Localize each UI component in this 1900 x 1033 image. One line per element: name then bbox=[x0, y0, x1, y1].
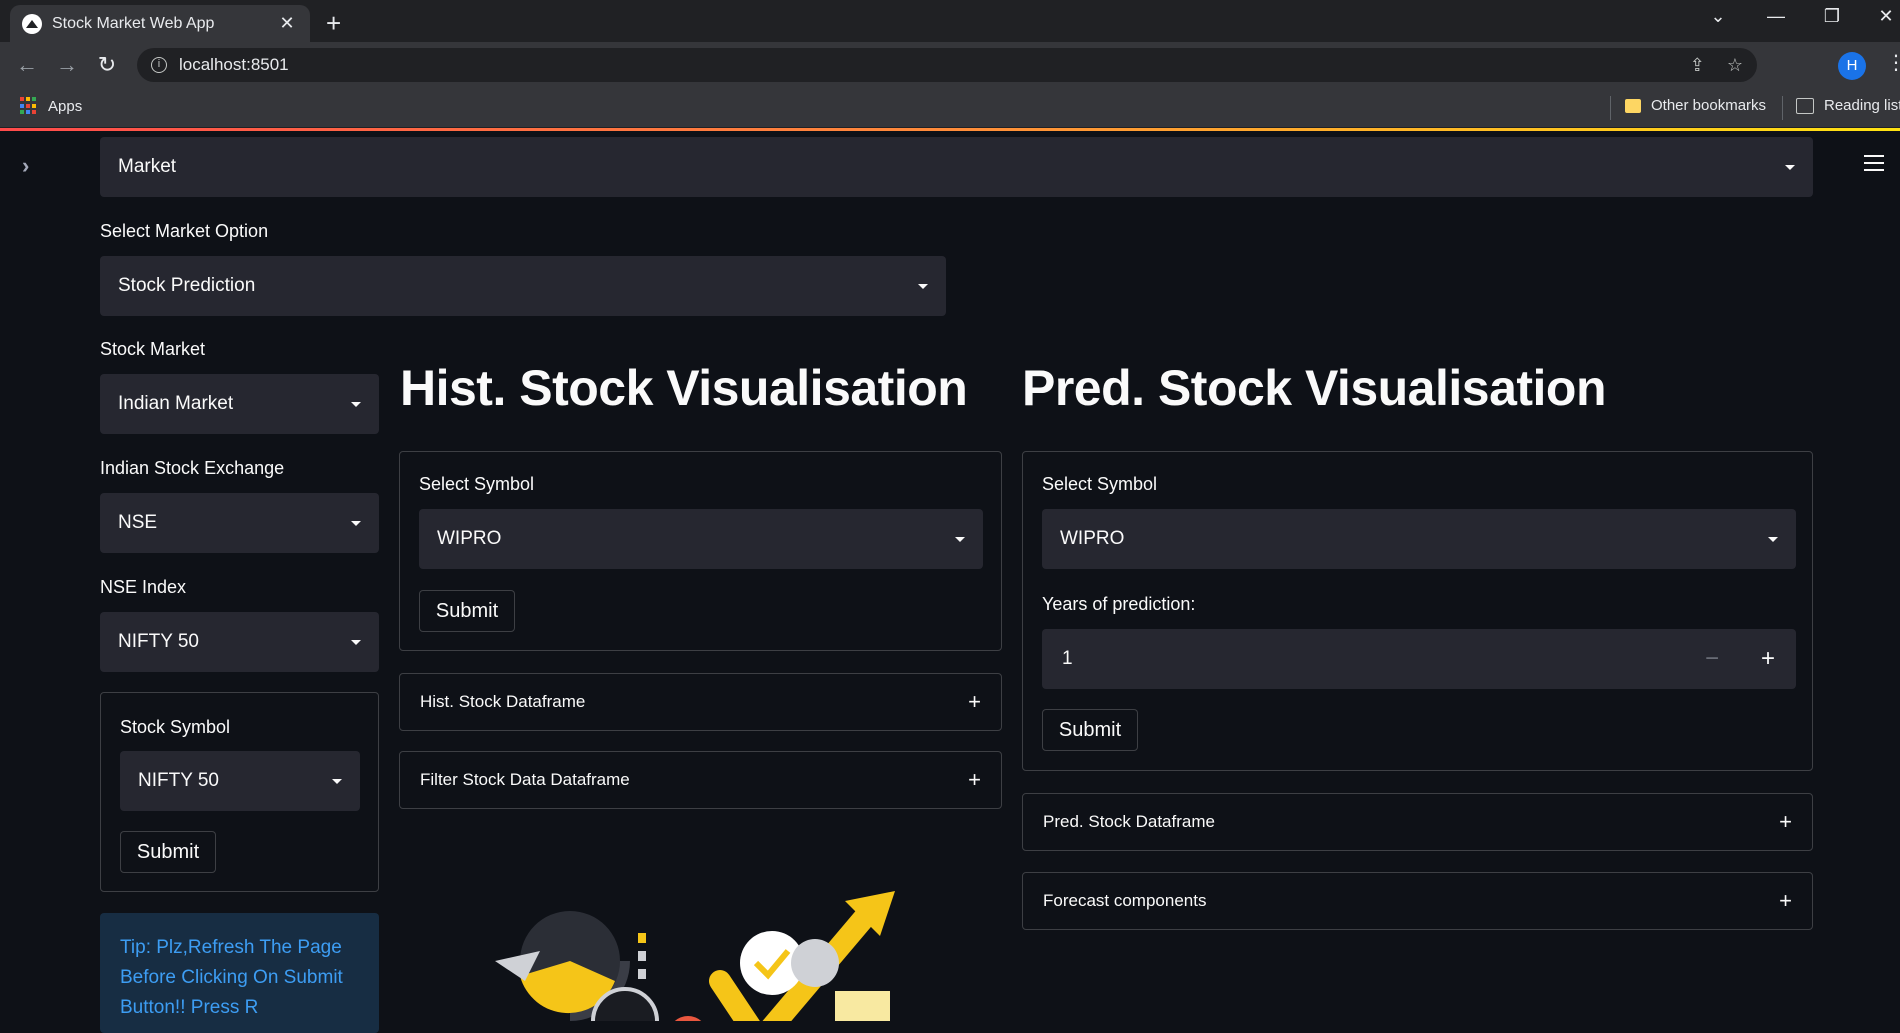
nse-index-select[interactable]: NIFTY 50 bbox=[100, 612, 379, 672]
hist-symbol-value: WIPRO bbox=[437, 528, 502, 549]
pred-symbol-label: Select Symbol bbox=[1042, 474, 1158, 494]
bookmark-apps-label: Apps bbox=[48, 97, 83, 115]
chevron-down-icon bbox=[918, 283, 928, 289]
browser-tab-strip: Stock Market Web App ✕ + ⌄ — ❐ ✕ bbox=[0, 0, 1900, 42]
person-head bbox=[674, 1016, 702, 1021]
pred-symbol-value: WIPRO bbox=[1060, 528, 1125, 549]
document-icon bbox=[835, 991, 890, 1021]
chevron-down-icon bbox=[332, 778, 342, 784]
tab-title: Stock Market Web App bbox=[52, 14, 215, 32]
bar-dot bbox=[638, 951, 646, 961]
chevron-down-icon bbox=[351, 639, 361, 645]
plus-icon: + bbox=[968, 689, 981, 714]
new-tab-icon[interactable]: + bbox=[326, 8, 341, 39]
bookmarks-divider bbox=[1610, 96, 1611, 120]
plus-icon: + bbox=[1779, 888, 1792, 913]
hist-dataframe-expander[interactable]: Hist. Stock Dataframe + bbox=[399, 673, 1002, 731]
market-select[interactable]: Market bbox=[100, 137, 1813, 197]
folder-icon bbox=[1625, 98, 1641, 113]
plus-icon: + bbox=[1779, 809, 1792, 834]
close-window-icon[interactable]: ✕ bbox=[1866, 6, 1900, 27]
hamburger-menu-icon[interactable] bbox=[1864, 155, 1884, 176]
stock-illustration bbox=[495, 891, 895, 1021]
market-option-value: Stock Prediction bbox=[118, 275, 256, 296]
exchange-value: NSE bbox=[118, 512, 158, 533]
hist-title: Hist. Stock Visualisation bbox=[400, 360, 968, 416]
nse-index-value: NIFTY 50 bbox=[118, 631, 199, 652]
chevron-right-icon[interactable]: › bbox=[22, 153, 29, 179]
back-icon[interactable]: ← bbox=[12, 52, 42, 78]
forward-icon[interactable]: → bbox=[52, 52, 82, 78]
bookmark-apps[interactable]: Apps bbox=[20, 97, 82, 115]
plus-icon: + bbox=[968, 767, 981, 792]
minimize-icon[interactable]: — bbox=[1756, 6, 1796, 27]
reload-icon[interactable]: ↻ bbox=[92, 52, 122, 78]
bookmarks-bar: Apps bbox=[0, 88, 1900, 128]
bookmark-star-icon[interactable]: ☆ bbox=[1727, 55, 1743, 76]
share-icon[interactable]: ⇪ bbox=[1690, 55, 1705, 76]
filter-dataframe-expander[interactable]: Filter Stock Data Dataframe + bbox=[399, 751, 1002, 809]
expander-title: Hist. Stock Dataframe bbox=[420, 692, 586, 711]
profile-avatar[interactable]: H bbox=[1838, 52, 1866, 80]
hist-symbol-label: Select Symbol bbox=[419, 474, 535, 494]
stock-symbol-value: NIFTY 50 bbox=[138, 770, 219, 791]
bar-dot bbox=[638, 933, 646, 943]
market-option-select[interactable]: Stock Prediction bbox=[100, 256, 946, 316]
stock-market-value: Indian Market bbox=[118, 393, 234, 414]
nse-index-label: NSE Index bbox=[100, 577, 187, 597]
hist-symbol-select[interactable]: WIPRO bbox=[419, 509, 983, 569]
market-select-value: Market bbox=[118, 156, 177, 177]
years-number-input[interactable]: 1 − + bbox=[1042, 629, 1796, 689]
site-info-icon[interactable]: i bbox=[151, 57, 167, 73]
chevron-down-icon bbox=[1768, 536, 1778, 542]
chevron-down-icon bbox=[955, 536, 965, 542]
tip-alert: Tip: Plz,Refresh The Page Before Clickin… bbox=[100, 913, 379, 1033]
exchange-select[interactable]: NSE bbox=[100, 493, 379, 553]
expander-title: Pred. Stock Dataframe bbox=[1043, 812, 1215, 831]
pred-submit-button[interactable]: Submit bbox=[1042, 709, 1138, 751]
increment-button[interactable]: + bbox=[1740, 629, 1796, 689]
bookmark-other[interactable]: Other bookmarks bbox=[1625, 97, 1766, 114]
sidebar-submit-button[interactable]: Submit bbox=[120, 831, 216, 873]
years-value[interactable]: 1 bbox=[1042, 648, 1684, 670]
pred-symbol-select[interactable]: WIPRO bbox=[1042, 509, 1796, 569]
expander-title: Filter Stock Data Dataframe bbox=[420, 770, 630, 789]
market-option-label: Select Market Option bbox=[100, 221, 269, 241]
omnibox[interactable]: i localhost:8501 ⇪ ☆ bbox=[137, 48, 1757, 82]
streamlit-favicon-icon bbox=[22, 13, 42, 34]
stock-market-label: Stock Market bbox=[100, 339, 206, 359]
close-tab-icon[interactable]: ✕ bbox=[276, 13, 298, 34]
browser-tab[interactable]: Stock Market Web App ✕ bbox=[10, 5, 310, 42]
chevron-down-icon bbox=[1785, 164, 1795, 170]
bookmark-reading-list[interactable]: Reading list bbox=[1796, 97, 1900, 114]
clock-icon bbox=[791, 939, 839, 987]
restore-icon[interactable]: ❐ bbox=[1812, 6, 1852, 27]
bookmarks-divider bbox=[1782, 96, 1783, 120]
address-bar-row: ← → ↻ i localhost:8501 ⇪ ☆ bbox=[0, 42, 1900, 88]
url-text[interactable]: localhost:8501 bbox=[179, 55, 1668, 75]
stock-market-select[interactable]: Indian Market bbox=[100, 374, 379, 434]
chevron-down-icon bbox=[351, 401, 361, 407]
browser-menu-icon[interactable]: ⋮ bbox=[1886, 50, 1900, 75]
pred-dataframe-expander[interactable]: Pred. Stock Dataframe + bbox=[1022, 793, 1813, 851]
years-label: Years of prediction: bbox=[1042, 594, 1196, 614]
hist-submit-button[interactable]: Submit bbox=[419, 590, 515, 632]
bar-dot bbox=[638, 969, 646, 979]
decrement-button[interactable]: − bbox=[1684, 629, 1740, 689]
stock-symbol-label: Stock Symbol bbox=[120, 717, 231, 737]
apps-grid-icon bbox=[20, 97, 38, 115]
expander-title: Forecast components bbox=[1043, 891, 1207, 910]
app-main: › Market Select Market Option Stock Pred… bbox=[0, 131, 1900, 1033]
chevron-down-icon bbox=[351, 520, 361, 526]
tab-search-icon[interactable]: ⌄ bbox=[1698, 6, 1738, 27]
forecast-components-expander[interactable]: Forecast components + bbox=[1022, 872, 1813, 930]
exchange-label: Indian Stock Exchange bbox=[100, 458, 285, 478]
stock-symbol-select[interactable]: NIFTY 50 bbox=[120, 751, 360, 811]
bookmark-other-label: Other bookmarks bbox=[1651, 97, 1767, 114]
pred-title: Pred. Stock Visualisation bbox=[1022, 360, 1607, 416]
bookmark-reading-label: Reading list bbox=[1824, 97, 1900, 114]
reading-list-icon bbox=[1796, 97, 1814, 114]
